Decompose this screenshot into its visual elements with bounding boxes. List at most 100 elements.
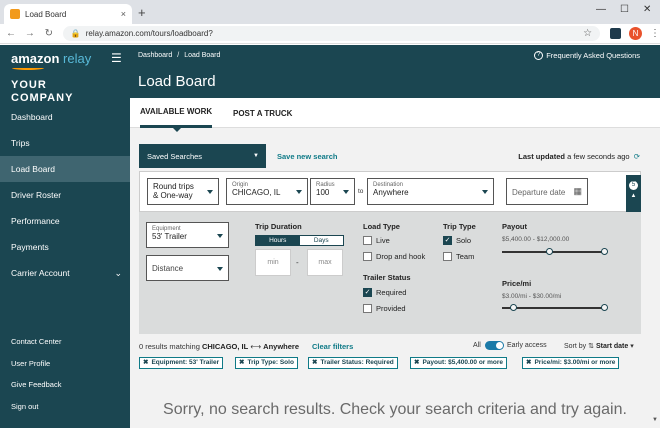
forward-icon[interactable]: →: [22, 28, 38, 39]
sidebar-item-load-board[interactable]: Load Board: [0, 156, 130, 182]
profile-avatar[interactable]: N: [629, 27, 642, 40]
scroll-down-icon[interactable]: ▼: [652, 417, 658, 423]
saved-searches-dropdown[interactable]: Saved Searches ▼: [139, 144, 266, 168]
early-access-toggle[interactable]: [485, 341, 504, 350]
new-tab-button[interactable]: +: [138, 5, 146, 20]
payout-title: Payout: [502, 222, 528, 231]
bookmark-star-icon[interactable]: ☆: [583, 28, 592, 39]
payout-range-label: $5,400.00 - $12,000.00: [502, 236, 570, 243]
days-option[interactable]: Days: [299, 236, 343, 245]
remove-chip-icon[interactable]: ✖: [143, 359, 148, 366]
trip-type-select[interactable]: Round trips & One-way: [147, 178, 219, 205]
sidebar-item-carrier-account[interactable]: Carrier Account ⌄: [0, 260, 130, 286]
refresh-icon[interactable]: ⟳: [634, 152, 640, 161]
required-checkbox[interactable]: ✓ Required: [363, 288, 406, 297]
collapse-filters-button[interactable]: 5 ▲: [626, 175, 641, 212]
back-icon[interactable]: ←: [3, 28, 19, 39]
footer-user-profile[interactable]: User Profile: [11, 359, 50, 368]
browser-menu-icon[interactable]: ⋮: [650, 28, 660, 39]
distance-select[interactable]: Distance: [146, 255, 229, 281]
filter-chip-payout[interactable]: ✖ Payout: $5,400.00 or more: [410, 357, 508, 369]
window-close-button[interactable]: ✕: [643, 4, 651, 15]
duration-unit-toggle: Hours Days: [255, 235, 344, 246]
amazon-relay-logo[interactable]: amazon relay: [11, 51, 91, 66]
payout-slider-min-handle[interactable]: [546, 248, 553, 255]
drop-and-hook-checkbox[interactable]: Drop and hook: [363, 252, 425, 261]
departure-date-placeholder: Departure date: [512, 188, 566, 197]
sidebar-item-label: Performance: [11, 216, 60, 226]
remove-chip-icon[interactable]: ✖: [312, 359, 317, 366]
results-count: 0 results matching: [139, 342, 200, 351]
radius-select[interactable]: Radius 100: [310, 178, 355, 205]
duration-min-input[interactable]: min: [255, 249, 291, 276]
tab-close-icon[interactable]: ×: [121, 9, 126, 19]
sidebar-item-payments[interactable]: Payments: [0, 234, 130, 260]
saved-searches-label: Saved Searches: [147, 151, 203, 161]
price-slider-max-handle[interactable]: [601, 304, 608, 311]
breadcrumb-dashboard[interactable]: Dashboard: [138, 52, 172, 59]
tab-available-work[interactable]: AVAILABLE WORK: [140, 98, 213, 128]
remove-chip-icon[interactable]: ✖: [239, 359, 244, 366]
reload-icon[interactable]: ↻: [41, 28, 57, 39]
minimize-button[interactable]: —: [596, 4, 606, 15]
dropdown-caret-icon: [482, 190, 488, 194]
footer-contact-center[interactable]: Contact Center: [11, 337, 61, 346]
origin-select[interactable]: Origin CHICAGO, IL: [226, 178, 308, 205]
destination-select[interactable]: Destination Anywhere: [367, 178, 494, 205]
filter-chip-equipment[interactable]: ✖ Equipment: 53' Trailer: [139, 357, 224, 369]
save-new-search-link[interactable]: Save new search: [277, 152, 337, 161]
sidebar-item-label: Load Board: [11, 164, 55, 174]
equipment-select[interactable]: Equipment 53' Trailer: [146, 222, 229, 248]
chip-label: Trailer Status: Required: [320, 359, 394, 366]
price-slider-track[interactable]: [502, 307, 606, 309]
active-tab-caret: [172, 127, 182, 132]
hamburger-menu-icon[interactable]: ☰: [111, 51, 122, 65]
remove-chip-icon[interactable]: ✖: [526, 359, 531, 366]
origin-value: CHICAGO, IL: [232, 188, 281, 197]
url-bar[interactable]: 🔒 relay.amazon.com/tours/loadboard? ☆: [62, 26, 601, 41]
filter-chip-price-per-mile[interactable]: ✖ Price/mi: $3.00/mi or more: [522, 357, 620, 369]
footer-give-feedback[interactable]: Give Feedback: [11, 380, 61, 389]
remove-chip-icon[interactable]: ✖: [414, 359, 419, 366]
solo-checkbox[interactable]: ✓ Solo: [443, 236, 471, 245]
brand-amazon: amazon: [11, 51, 60, 66]
payout-slider-track[interactable]: [502, 251, 606, 253]
filter-panel: Equipment 53' Trailer Distance Trip Dura…: [139, 212, 641, 334]
filter-chip-trip-type[interactable]: ✖ Trip Type: Solo: [235, 357, 298, 369]
clear-filters-link[interactable]: Clear filters: [312, 342, 353, 351]
sidebar-item-dashboard[interactable]: Dashboard: [0, 104, 130, 130]
address-bar-row: ← → ↻ 🔒 relay.amazon.com/tours/loadboard…: [0, 24, 660, 44]
duration-max-input[interactable]: max: [307, 249, 343, 276]
payout-slider-max-handle[interactable]: [601, 248, 608, 255]
trip-type-line-2: & One-way: [153, 191, 193, 200]
live-checkbox[interactable]: Live: [363, 236, 390, 245]
extension-icon[interactable]: [610, 28, 622, 39]
faq-link[interactable]: ? Frequently Asked Questions: [534, 51, 640, 60]
maximize-button[interactable]: ☐: [620, 4, 629, 15]
browser-tab[interactable]: Load Board ×: [4, 4, 132, 24]
load-type-title: Load Type: [363, 222, 400, 231]
departure-date-field[interactable]: Departure date ▦: [506, 178, 588, 205]
team-checkbox[interactable]: Team: [443, 252, 474, 261]
chip-label: Trip Type: Solo: [247, 359, 294, 366]
checkbox-box: [363, 236, 372, 245]
price-range-label: $3.00/mi - $30.00/mi: [502, 293, 562, 300]
sidebar-item-performance[interactable]: Performance: [0, 208, 130, 234]
breadcrumb: Dashboard / Load Board: [138, 52, 225, 59]
footer-sign-out[interactable]: Sign out: [11, 402, 39, 411]
price-slider-min-handle[interactable]: [510, 304, 517, 311]
sidebar: amazon relay ☰ YOUR COMPANY Dashboard Tr…: [0, 45, 130, 428]
checkmark-icon: ✓: [363, 288, 372, 297]
tab-post-a-truck[interactable]: POST A TRUCK: [233, 98, 292, 128]
calendar-icon[interactable]: ▦: [573, 186, 582, 197]
to-label: to: [358, 188, 364, 195]
required-label: Required: [376, 288, 407, 297]
results-origin: CHICAGO, IL: [201, 342, 249, 351]
hours-option[interactable]: Hours: [256, 236, 300, 245]
sidebar-item-trips[interactable]: Trips: [0, 130, 130, 156]
sidebar-item-driver-roster[interactable]: Driver Roster: [0, 182, 130, 208]
filter-chip-trailer-status[interactable]: ✖ Trailer Status: Required: [308, 357, 398, 369]
provided-checkbox[interactable]: Provided: [363, 304, 406, 313]
sort-by-control[interactable]: Sort by ⇅ Start date ▾: [564, 342, 634, 350]
company-line-1: YOUR: [11, 79, 47, 91]
